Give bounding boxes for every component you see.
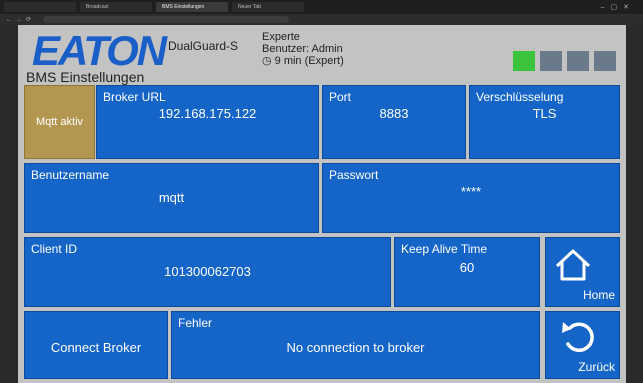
port-field[interactable]: Port 8883 <box>322 85 466 159</box>
eaton-logo: EATON <box>32 27 167 74</box>
encryption-label: Verschlüsselung <box>476 90 564 104</box>
page-title: BMS Einstellungen <box>26 69 145 85</box>
error-value: No connection to broker <box>286 340 425 355</box>
user-name: Benutzer: Admin <box>262 43 343 55</box>
home-label: Home <box>582 288 615 302</box>
password-field[interactable]: Passwort **** <box>322 163 620 233</box>
status-indicator <box>540 51 562 71</box>
user-mode: Experte <box>262 31 300 43</box>
encryption-value: TLS <box>532 106 557 121</box>
port-label: Port <box>329 90 352 104</box>
back-label: Zurück <box>578 360 615 374</box>
browser-tab[interactable]: Broadcast <box>80 2 152 12</box>
status-indicators <box>513 51 616 71</box>
back-arrow-icon <box>562 322 594 352</box>
keep-alive-value: 60 <box>459 260 475 275</box>
encryption-field[interactable]: Verschlüsselung TLS <box>469 85 620 159</box>
url-field[interactable] <box>43 16 290 23</box>
client-id-value: 101300062703 <box>164 264 251 279</box>
clock-icon: ◷ <box>262 55 275 67</box>
session-timer: ◷ 9 min (Expert) <box>262 55 344 67</box>
connect-broker-button[interactable]: Connect Broker <box>24 311 168 379</box>
device-name: DualGuard-S <box>168 39 239 53</box>
error-label: Fehler <box>178 316 213 330</box>
browser-tab[interactable] <box>4 2 76 12</box>
header: EATON BMS Einstellungen DualGuard-S Expe… <box>18 25 626 85</box>
username-field[interactable]: Benutzername mqtt <box>24 163 319 233</box>
keep-alive-label: Keep Alive Time <box>401 242 488 256</box>
password-value: **** <box>460 184 482 199</box>
username-label: Benutzername <box>31 168 110 182</box>
password-label: Passwort <box>329 168 379 182</box>
user-info: Experte Benutzer: Admin ◷ 9 min (Expert) <box>262 31 344 67</box>
browser-tab[interactable]: Neuer Tab <box>232 2 304 12</box>
status-indicator <box>513 51 535 71</box>
connect-broker-label: Connect Broker <box>50 340 142 355</box>
browser-tab-active[interactable]: BMS Einstellungen <box>156 2 228 12</box>
back-button[interactable]: Zurück <box>545 311 620 379</box>
window-controls[interactable]: –▢✕ <box>601 3 643 11</box>
client-id-label: Client ID <box>31 242 78 256</box>
bms-settings-page: EATON BMS Einstellungen DualGuard-S Expe… <box>18 25 626 383</box>
error-field: Fehler No connection to broker <box>171 311 540 379</box>
broker-url-value: 192.168.175.122 <box>158 106 257 121</box>
browser-nav-icons[interactable]: ←→⟳ <box>0 16 35 23</box>
browser-tab-bar: Broadcast BMS Einstellungen Neuer Tab –▢… <box>0 0 643 14</box>
broker-url-field[interactable]: Broker URL 192.168.175.122 <box>96 85 319 159</box>
mqtt-active-toggle[interactable]: Mqtt aktiv <box>24 85 95 159</box>
home-button[interactable]: Home <box>545 237 620 307</box>
status-indicator <box>567 51 589 71</box>
port-value: 8883 <box>379 106 409 121</box>
mqtt-active-label: Mqtt aktiv <box>35 116 84 128</box>
username-value: mqtt <box>158 190 185 205</box>
client-id-field[interactable]: Client ID 101300062703 <box>24 237 391 307</box>
home-icon <box>555 249 591 281</box>
status-indicator <box>594 51 616 71</box>
browser-address-bar: ←→⟳ <box>0 14 643 25</box>
session-text: 9 min (Expert) <box>274 55 344 67</box>
keep-alive-field[interactable]: Keep Alive Time 60 <box>394 237 540 307</box>
broker-url-label: Broker URL <box>103 90 166 104</box>
